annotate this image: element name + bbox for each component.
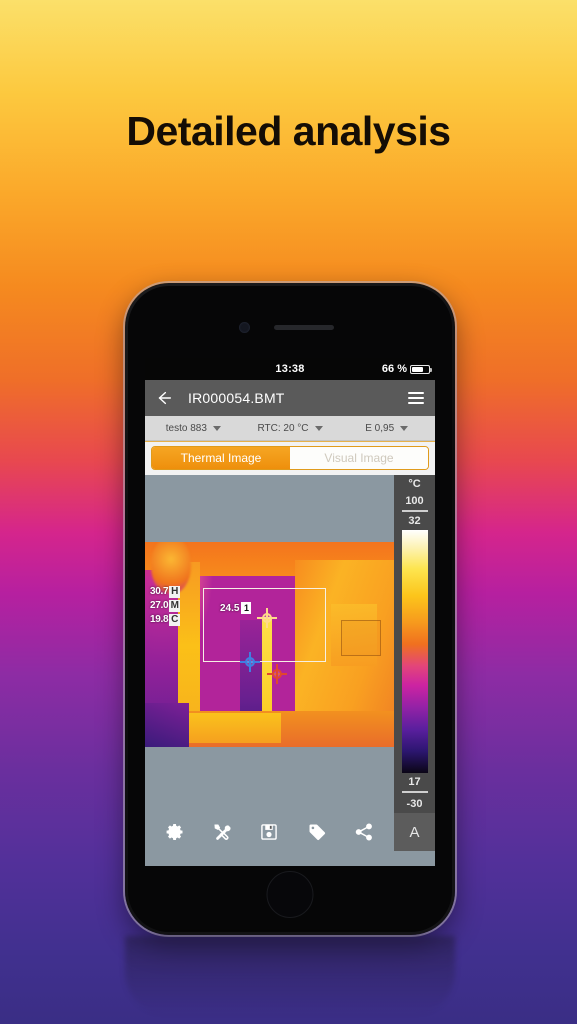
- page-title: Detailed analysis: [126, 108, 451, 154]
- tab-bar: Thermal Image Visual Image: [145, 441, 435, 475]
- scale-max-span: 32: [408, 515, 421, 527]
- stat-key-cold: C: [169, 614, 181, 626]
- front-camera-icon: [239, 322, 250, 333]
- save-icon[interactable]: [259, 822, 279, 842]
- stat-value-high: 30.7: [150, 586, 169, 597]
- status-bar: 13:38 66 %: [145, 358, 435, 380]
- file-name-title: IR000054.BMT: [188, 390, 285, 406]
- status-time: 13:38: [275, 363, 305, 375]
- scale-min-range: -30: [406, 798, 423, 810]
- back-arrow-icon[interactable]: [155, 389, 173, 407]
- tab-visual-image[interactable]: Visual Image: [290, 447, 428, 469]
- device-selector-label: testo 883: [165, 422, 207, 434]
- stat-value-cold: 19.8: [150, 614, 169, 625]
- chevron-down-icon: [400, 425, 409, 431]
- status-battery-group: 66 %: [381, 363, 432, 375]
- home-button[interactable]: [266, 871, 314, 918]
- app-header: IR000054.BMT: [145, 380, 435, 416]
- measurement-point-label: 24.5 1: [220, 602, 252, 614]
- cold-spot-marker[interactable]: [240, 652, 260, 672]
- stat-key-high: H: [169, 586, 181, 598]
- emissivity-selector[interactable]: E 0,95: [338, 416, 435, 440]
- phone-screen: 13:38 66 % IR000054.BMT testo 883 RTC: 2…: [145, 358, 435, 866]
- scale-divider-top: [401, 510, 428, 512]
- scale-max-range: 100: [405, 495, 424, 507]
- battery-icon: [410, 364, 432, 374]
- tag-icon[interactable]: [307, 822, 327, 842]
- phone-bezel: 13:38 66 % IR000054.BMT testo 883 RTC: 2…: [128, 286, 452, 932]
- earpiece-speaker: [274, 325, 334, 330]
- hot-spot-marker[interactable]: [257, 608, 277, 628]
- emissivity-selector-label: E 0,95: [365, 422, 395, 434]
- auto-scale-button[interactable]: A: [394, 813, 435, 851]
- scale-min-span: 17: [408, 776, 421, 788]
- chevron-down-icon: [314, 425, 323, 431]
- stat-row: 27.0 M: [150, 600, 181, 612]
- point-index: 1: [241, 602, 252, 614]
- scale-divider-bottom: [401, 791, 428, 793]
- temperature-scale[interactable]: °C 100 32 17 -30: [394, 475, 435, 813]
- scale-gradient-bar[interactable]: [401, 530, 428, 773]
- phone-mockup: 13:38 66 % IR000054.BMT testo 883 RTC: 2…: [125, 283, 455, 935]
- image-area: 30.7 H 27.0 M 19.8 C 24.5 1 °C 100 32 17…: [145, 475, 435, 813]
- thermal-image-viewport[interactable]: 30.7 H 27.0 M 19.8 C 24.5 1: [145, 475, 394, 813]
- stat-row: 30.7 H: [150, 586, 181, 598]
- tab-thermal-image[interactable]: Thermal Image: [152, 447, 290, 469]
- phone-reflection: [125, 936, 455, 1016]
- rtc-selector[interactable]: RTC: 20 °C: [242, 416, 339, 440]
- battery-percent-label: 66 %: [381, 363, 407, 375]
- stat-key-mean: M: [169, 600, 181, 612]
- share-icon[interactable]: [354, 822, 374, 842]
- bottom-toolbar: A: [145, 813, 435, 851]
- rtc-selector-label: RTC: 20 °C: [257, 422, 309, 434]
- measurement-stats: 30.7 H 27.0 M 19.8 C: [150, 586, 181, 628]
- hamburger-menu-icon[interactable]: [408, 389, 424, 407]
- settings-icon[interactable]: [165, 822, 185, 842]
- device-selector[interactable]: testo 883: [145, 416, 242, 440]
- measurement-point-marker[interactable]: [267, 664, 287, 684]
- point-temperature: 24.5: [220, 602, 240, 614]
- stat-value-mean: 27.0: [150, 600, 169, 611]
- settings-row: testo 883 RTC: 20 °C E 0,95: [145, 416, 435, 441]
- thermal-image: 30.7 H 27.0 M 19.8 C 24.5 1: [145, 542, 394, 747]
- stat-row: 19.8 C: [150, 614, 181, 626]
- tools-icon[interactable]: [212, 822, 232, 842]
- chevron-down-icon: [212, 425, 221, 431]
- scale-unit-label: °C: [408, 478, 421, 490]
